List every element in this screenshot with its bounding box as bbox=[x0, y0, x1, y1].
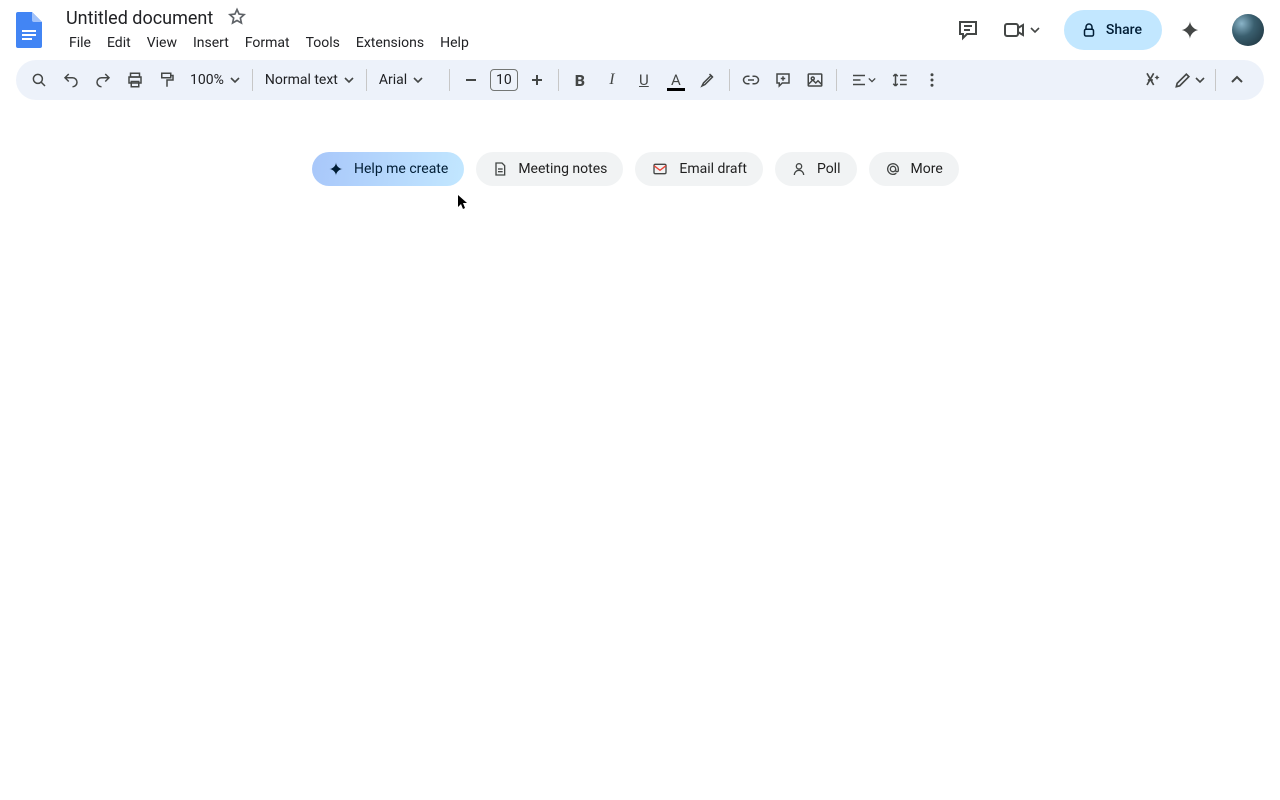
align-button[interactable] bbox=[843, 65, 883, 95]
account-avatar[interactable] bbox=[1232, 14, 1264, 46]
docs-logo-icon[interactable] bbox=[10, 10, 50, 50]
sparkle-icon bbox=[328, 161, 344, 177]
bold-button[interactable]: B bbox=[565, 65, 595, 95]
chip-meeting-notes[interactable]: Meeting notes bbox=[476, 152, 623, 186]
chip-more[interactable]: More bbox=[869, 152, 959, 186]
zoom-select[interactable]: 100% bbox=[184, 65, 246, 95]
increase-font-size-button[interactable] bbox=[522, 65, 552, 95]
gemini-icon[interactable] bbox=[1170, 10, 1210, 50]
decrease-font-size-button[interactable] bbox=[456, 65, 486, 95]
add-comment-button[interactable] bbox=[768, 65, 798, 95]
undo-icon[interactable] bbox=[56, 65, 86, 95]
paragraph-style-select[interactable]: Normal text bbox=[259, 65, 360, 95]
suggestion-chip-row: Help me create Meeting notes Email draft… bbox=[312, 152, 959, 186]
caret-down-icon bbox=[868, 76, 876, 84]
font-size-input[interactable]: 10 bbox=[490, 69, 518, 91]
style-value: Normal text bbox=[265, 72, 338, 88]
meet-button[interactable] bbox=[996, 18, 1046, 42]
document-canvas[interactable]: Help me create Meeting notes Email draft… bbox=[0, 100, 1280, 792]
menu-edit[interactable]: Edit bbox=[100, 33, 138, 53]
poll-icon bbox=[791, 161, 807, 177]
font-value: Arial bbox=[379, 72, 407, 88]
font-select[interactable]: Arial bbox=[373, 65, 443, 95]
menu-tools[interactable]: Tools bbox=[299, 33, 347, 53]
chip-label: Help me create bbox=[354, 161, 448, 177]
menu-help[interactable]: Help bbox=[433, 33, 476, 53]
underline-button[interactable]: U bbox=[629, 65, 659, 95]
comments-icon[interactable] bbox=[948, 10, 988, 50]
share-button[interactable]: Share bbox=[1064, 10, 1162, 50]
menu-file[interactable]: File bbox=[62, 33, 98, 53]
line-spacing-button[interactable] bbox=[885, 65, 915, 95]
toolbar: 100% Normal text Arial 10 B I U A bbox=[16, 60, 1264, 100]
chip-label: Email draft bbox=[679, 161, 747, 177]
at-icon bbox=[885, 161, 901, 177]
menu-extensions[interactable]: Extensions bbox=[349, 33, 431, 53]
more-toolbar-button[interactable] bbox=[917, 65, 947, 95]
zoom-value: 100% bbox=[190, 72, 224, 88]
caret-down-icon bbox=[1195, 75, 1205, 85]
chip-label: Meeting notes bbox=[518, 161, 607, 177]
italic-button[interactable]: I bbox=[597, 65, 627, 95]
paint-format-icon[interactable] bbox=[152, 65, 182, 95]
collapse-toolbar-button[interactable] bbox=[1222, 65, 1252, 95]
chip-label: Poll bbox=[817, 161, 841, 177]
menu-bar: File Edit View Insert Format Tools Exten… bbox=[62, 33, 476, 53]
header: Untitled document File Edit View Insert … bbox=[0, 0, 1280, 60]
redo-icon[interactable] bbox=[88, 65, 118, 95]
ai-suggest-icon[interactable] bbox=[1137, 65, 1167, 95]
caret-down-icon bbox=[1030, 25, 1040, 35]
caret-down-icon bbox=[344, 75, 354, 85]
chip-label: More bbox=[911, 161, 943, 177]
lock-icon bbox=[1080, 21, 1098, 39]
menu-format[interactable]: Format bbox=[238, 33, 297, 53]
chip-poll[interactable]: Poll bbox=[775, 152, 857, 186]
insert-link-button[interactable] bbox=[736, 65, 766, 95]
menu-view[interactable]: View bbox=[140, 33, 184, 53]
chip-email-draft[interactable]: Email draft bbox=[635, 152, 763, 186]
text-color-button[interactable]: A bbox=[661, 65, 691, 95]
insert-image-button[interactable] bbox=[800, 65, 830, 95]
mouse-cursor-icon bbox=[457, 194, 469, 210]
caret-down-icon bbox=[413, 75, 423, 85]
chip-help-me-create[interactable]: Help me create bbox=[312, 152, 464, 186]
share-label: Share bbox=[1106, 22, 1142, 38]
email-icon bbox=[651, 161, 669, 177]
star-icon[interactable] bbox=[227, 7, 247, 31]
search-menus-icon[interactable] bbox=[24, 65, 54, 95]
document-title[interactable]: Untitled document bbox=[62, 7, 217, 31]
menu-insert[interactable]: Insert bbox=[186, 33, 236, 53]
highlight-color-button[interactable] bbox=[693, 65, 723, 95]
editing-mode-button[interactable] bbox=[1169, 70, 1209, 90]
caret-down-icon bbox=[230, 75, 240, 85]
document-icon bbox=[492, 161, 508, 177]
print-icon[interactable] bbox=[120, 65, 150, 95]
